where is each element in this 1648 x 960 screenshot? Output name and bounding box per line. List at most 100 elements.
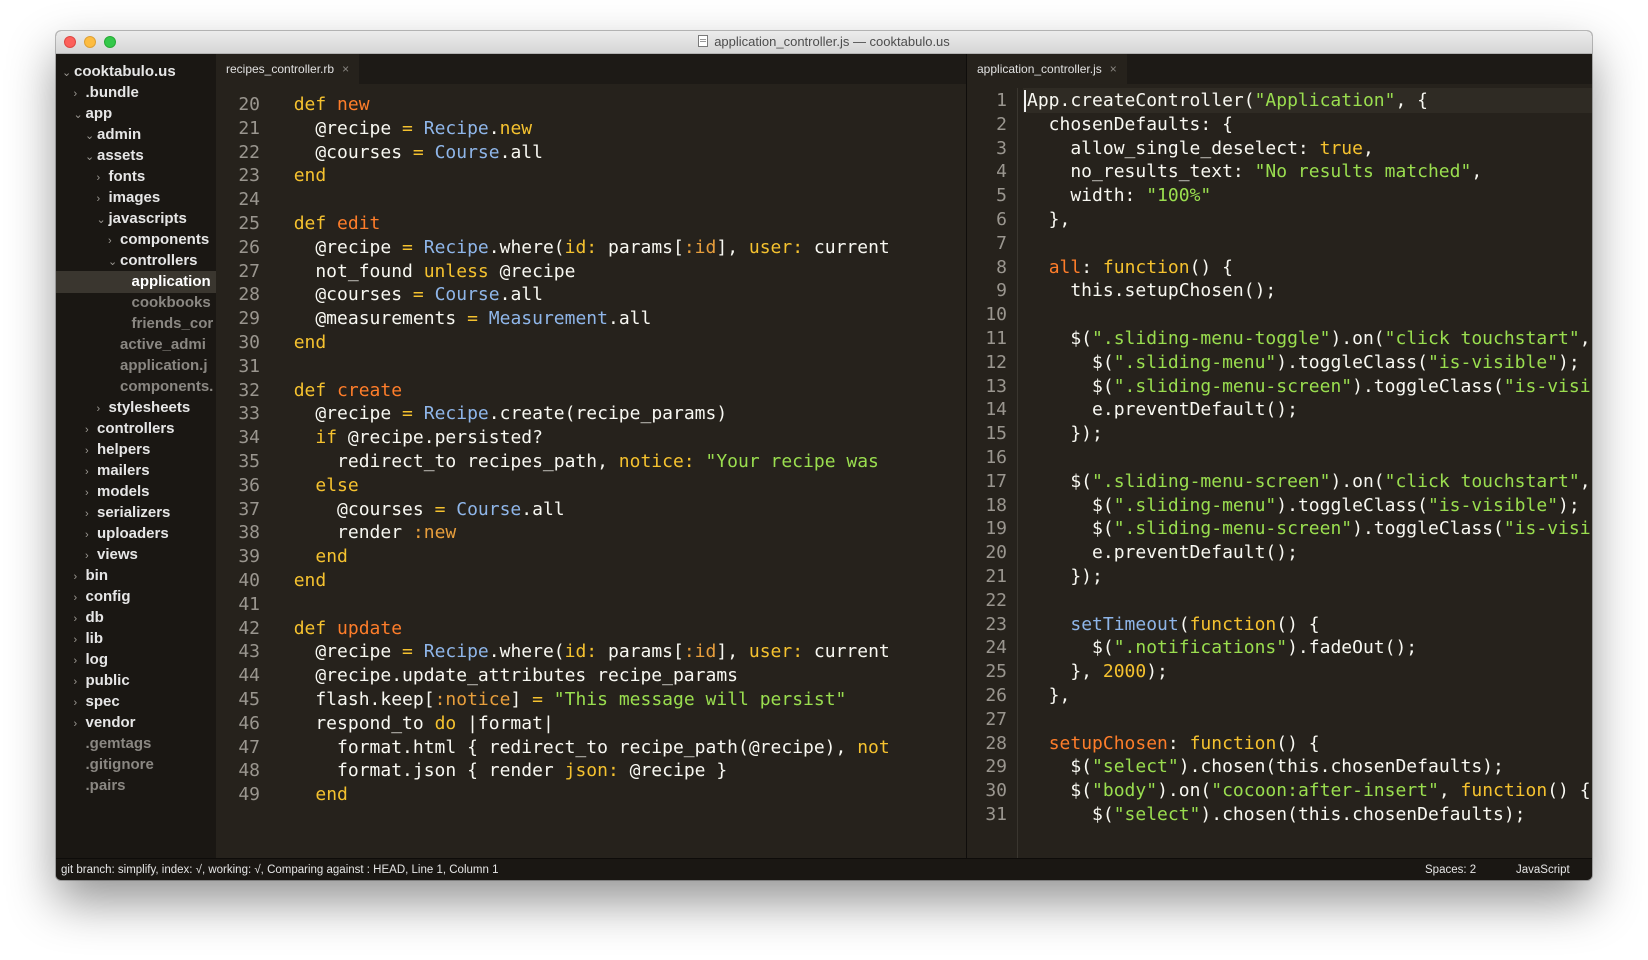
tree-folder-item[interactable]: › .bundle <box>56 82 216 104</box>
line-number: 12 <box>985 351 1007 373</box>
code-token: = <box>402 641 413 663</box>
tree-folder-item[interactable]: › fonts <box>56 166 216 188</box>
tree-file-item[interactable]: .pairs <box>56 775 216 797</box>
tree-file-item[interactable]: components. <box>56 376 216 398</box>
right-editor-pane: application_controller.js × 1 2 3 4 5 6 7 8 9 10 11… <box>967 54 1592 858</box>
editor-window: application_controller.js — cooktabulo.u… <box>56 31 1592 880</box>
code-token: def <box>293 213 338 234</box>
disclosure-collapsed-icon[interactable]: › <box>85 503 97 525</box>
code-token: "is-visible" <box>1503 518 1592 540</box>
tree-folder-item[interactable]: ⌄ admin <box>56 124 216 146</box>
tree-folder-item[interactable]: › mailers <box>56 460 216 482</box>
tree-folder-item[interactable]: ⌄ controllers <box>56 250 216 272</box>
disclosure-collapsed-icon[interactable]: › <box>74 587 86 609</box>
code-token: "This message will persist" <box>553 689 847 710</box>
tree-folder-item[interactable]: › uploaders <box>56 523 216 545</box>
disclosure-collapsed-icon[interactable]: › <box>85 524 97 546</box>
disclosure-collapsed-icon[interactable]: › <box>74 83 86 105</box>
code-token: "is-visible" <box>1427 494 1559 516</box>
line-number: 14 <box>985 399 1007 421</box>
disclosure-collapsed-icon[interactable]: › <box>85 419 97 441</box>
title-bar: application_controller.js — cooktabulo.u… <box>56 31 1592 54</box>
tree-file-item[interactable]: cookbooks <box>56 292 216 314</box>
line-number: 24 <box>985 637 1007 659</box>
tree-folder-item[interactable]: › helpers <box>56 439 216 461</box>
line-number: 28 <box>238 284 260 306</box>
tree-item-label: .gitignore <box>85 756 154 773</box>
code-editor-left[interactable]: def new @recipe = Recipe.new @courses = … <box>268 92 966 858</box>
syntax-selector[interactable]: JavaScript <box>1516 859 1570 880</box>
code-token: ".sliding-menu-screen" <box>1092 470 1331 492</box>
tab-application-controller[interactable]: application_controller.js × <box>967 54 1127 84</box>
tree-folder-item[interactable]: › stylesheets <box>56 397 216 419</box>
tree-folder-item[interactable]: › db <box>56 607 216 629</box>
tree-folder-item[interactable]: › models <box>56 481 216 503</box>
code-token: ); <box>1558 351 1580 373</box>
code-editor-right[interactable]: App.createController("Application", { ch… <box>1023 88 1592 854</box>
tree-folder-item[interactable]: › spec <box>56 691 216 713</box>
disclosure-collapsed-icon[interactable]: › <box>108 230 120 252</box>
line-number: 25 <box>238 213 260 234</box>
disclosure-collapsed-icon[interactable]: › <box>74 671 86 693</box>
disclosure-collapsed-icon[interactable]: › <box>97 398 109 420</box>
disclosure-collapsed-icon[interactable]: › <box>85 440 97 462</box>
disclosure-collapsed-icon[interactable]: › <box>74 650 86 672</box>
code-token: ).toggleClass( <box>1352 518 1504 540</box>
tree-file-item[interactable]: active_admi <box>56 334 216 356</box>
tree-file-item[interactable]: application.j <box>56 355 216 377</box>
tree-folder-item[interactable]: › controllers <box>56 418 216 440</box>
tree-file-item[interactable]: friends_cor <box>56 313 216 335</box>
code-token: id: <box>564 236 598 258</box>
close-tab-icon[interactable]: × <box>342 54 349 84</box>
tree-folder-item[interactable]: ⌄ javascripts <box>56 208 216 230</box>
tree-folder-item[interactable]: › config <box>56 586 216 608</box>
line-number: 3 <box>996 137 1007 159</box>
disclosure-expanded-icon[interactable]: ⌄ <box>108 251 120 273</box>
tree-folder-item[interactable]: › public <box>56 670 216 692</box>
tree-folder-item[interactable]: ⌄ app <box>56 103 216 125</box>
tree-folder-item[interactable]: ⌄ cooktabulo.us <box>56 61 216 83</box>
disclosure-expanded-icon[interactable]: ⌄ <box>85 125 97 147</box>
code-token: true <box>1319 137 1363 159</box>
line-number: 21 <box>985 566 1007 587</box>
tree-folder-item[interactable]: › views <box>56 544 216 566</box>
code-token: "No results matched" <box>1254 161 1472 183</box>
line-number: 46 <box>238 712 260 734</box>
tree-file-item[interactable]: .gemtags <box>56 733 216 755</box>
disclosure-collapsed-icon[interactable]: › <box>74 629 86 651</box>
tree-folder-item[interactable]: › lib <box>56 628 216 650</box>
disclosure-expanded-icon[interactable]: ⌄ <box>62 62 74 84</box>
disclosure-expanded-icon[interactable]: ⌄ <box>85 146 97 168</box>
tree-folder-item[interactable]: › log <box>56 649 216 671</box>
tab-recipes-controller[interactable]: recipes_controller.rb × <box>216 54 360 84</box>
disclosure-expanded-icon[interactable]: ⌄ <box>74 104 86 126</box>
tree-folder-item[interactable]: ⌄ assets <box>56 145 216 167</box>
tree-folder-item[interactable]: › bin <box>56 565 216 587</box>
code-token: ".sliding-menu-toggle" <box>1092 328 1331 349</box>
disclosure-collapsed-icon[interactable]: › <box>97 167 109 189</box>
tree-folder-item[interactable]: › vendor <box>56 712 216 734</box>
line-number: 35 <box>238 451 260 472</box>
disclosure-collapsed-icon[interactable]: › <box>85 461 97 483</box>
disclosure-collapsed-icon[interactable]: › <box>74 713 86 735</box>
disclosure-collapsed-icon[interactable]: › <box>74 692 86 714</box>
code-line: all: function() { <box>1027 255 1233 280</box>
disclosure-collapsed-icon[interactable]: › <box>74 566 86 588</box>
disclosure-expanded-icon[interactable]: ⌄ <box>97 209 109 231</box>
tree-file-item[interactable]: application <box>56 271 216 293</box>
tree-folder-item[interactable]: › images <box>56 187 216 209</box>
tree-file-item[interactable]: .gitignore <box>56 754 216 776</box>
code-token: format.json { render <box>272 760 565 782</box>
indentation-setting[interactable]: Spaces: 2 <box>1425 859 1476 880</box>
disclosure-collapsed-icon[interactable]: › <box>74 608 86 630</box>
disclosure-collapsed-icon[interactable]: › <box>85 545 97 567</box>
tab-label: recipes_controller.rb <box>226 62 335 76</box>
tree-folder-item[interactable]: › serializers <box>56 502 216 524</box>
line-number: 43 <box>238 641 260 663</box>
disclosure-collapsed-icon[interactable]: › <box>85 482 97 504</box>
line-number: 22 <box>238 141 260 163</box>
disclosure-collapsed-icon[interactable]: › <box>97 188 109 210</box>
close-tab-icon[interactable]: × <box>1110 54 1117 84</box>
tree-folder-item[interactable]: › components <box>56 229 216 251</box>
